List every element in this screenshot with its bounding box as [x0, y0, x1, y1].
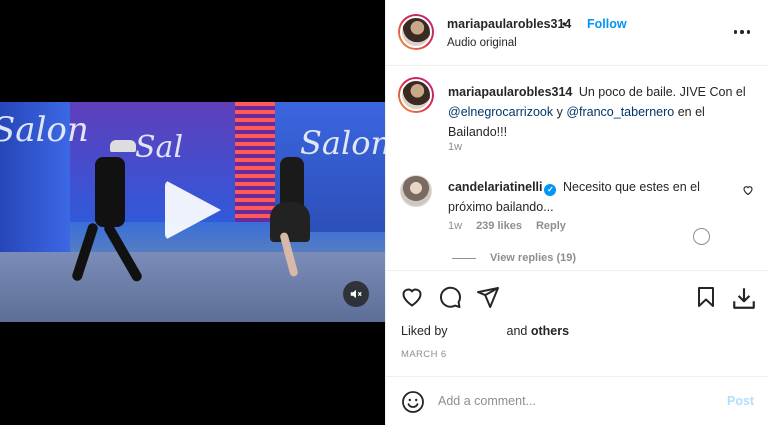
share-icon[interactable]: [476, 285, 500, 309]
comment-input[interactable]: [438, 389, 708, 413]
save-icon[interactable]: [694, 285, 718, 309]
commenter-username[interactable]: candelariatinelli: [448, 180, 542, 194]
add-comment-bar: Post: [386, 376, 768, 425]
post-actions: Liked by and others MARCH 6: [386, 270, 768, 376]
mute-icon[interactable]: [343, 281, 369, 307]
post-caption: mariapaularobles314 Un poco de baile. JI…: [448, 82, 748, 142]
caption-text: y: [556, 105, 563, 119]
video-sign: Salon: [0, 110, 89, 150]
video-floor: [0, 252, 385, 322]
comment-heart-icon[interactable]: [742, 184, 754, 196]
comment-icon[interactable]: [438, 285, 462, 309]
caption-timestamp[interactable]: 1w: [448, 141, 462, 153]
comment-body: candelariatinelli ✓ Necesito que estes en…: [448, 177, 738, 217]
more-icon[interactable]: [730, 22, 754, 42]
play-icon[interactable]: [165, 180, 221, 240]
caption-text: Un poco de baile. JIVE Con el: [578, 85, 746, 99]
comment-likes[interactable]: 239 likes: [476, 220, 522, 232]
author-avatar[interactable]: [398, 14, 434, 50]
view-replies-button[interactable]: View replies (19): [452, 252, 576, 264]
download-icon[interactable]: [731, 285, 757, 311]
caption-username[interactable]: mariapaularobles314: [448, 85, 572, 99]
dancer-figure: [95, 157, 125, 227]
dancer-hat: [110, 140, 136, 152]
post-comment-button[interactable]: Post: [727, 394, 754, 408]
emoji-icon[interactable]: [401, 390, 425, 414]
video-lights: [235, 102, 275, 222]
separator-dot: •: [562, 17, 567, 31]
dancer-figure: [270, 202, 310, 242]
cursor-circle-icon: [693, 228, 710, 245]
commenter-avatar[interactable]: [400, 175, 432, 207]
caption-avatar[interactable]: [398, 77, 434, 113]
replies-divider: [452, 257, 476, 259]
mention-link[interactable]: @franco_taberner​o: [566, 105, 674, 119]
liked-by-text: Liked by and others: [401, 324, 569, 338]
audio-label[interactable]: Audio original: [447, 37, 517, 49]
video-sign: Salon: [300, 124, 385, 162]
liked-by-others-link[interactable]: others: [531, 324, 569, 338]
comment-timestamp[interactable]: 1w: [448, 220, 462, 232]
follow-button[interactable]: Follow: [587, 17, 627, 31]
post-media: Salon Sal Salon: [0, 0, 385, 425]
heart-icon[interactable]: [400, 285, 424, 309]
comment-meta: 1w 239 likes Reply: [448, 220, 566, 232]
author-username[interactable]: mariapaularobles314: [447, 17, 571, 31]
mute-icon-glyph: [350, 289, 362, 299]
video-sign: Sal: [135, 130, 184, 165]
liked-by-prefix: Liked by: [401, 324, 448, 338]
post-date[interactable]: MARCH 6: [401, 349, 447, 360]
post-panel: mariapaularobles314 • Follow Audio origi…: [385, 0, 768, 425]
verified-icon: ✓: [544, 184, 557, 196]
mention-link[interactable]: @elnegrocarrizook: [448, 105, 553, 119]
view-replies-label: View replies (19): [490, 252, 577, 264]
post-header: mariapaularobles314 • Follow Audio origi…: [386, 0, 768, 66]
liked-by-and: and: [506, 324, 528, 338]
reply-button[interactable]: Reply: [536, 220, 566, 232]
